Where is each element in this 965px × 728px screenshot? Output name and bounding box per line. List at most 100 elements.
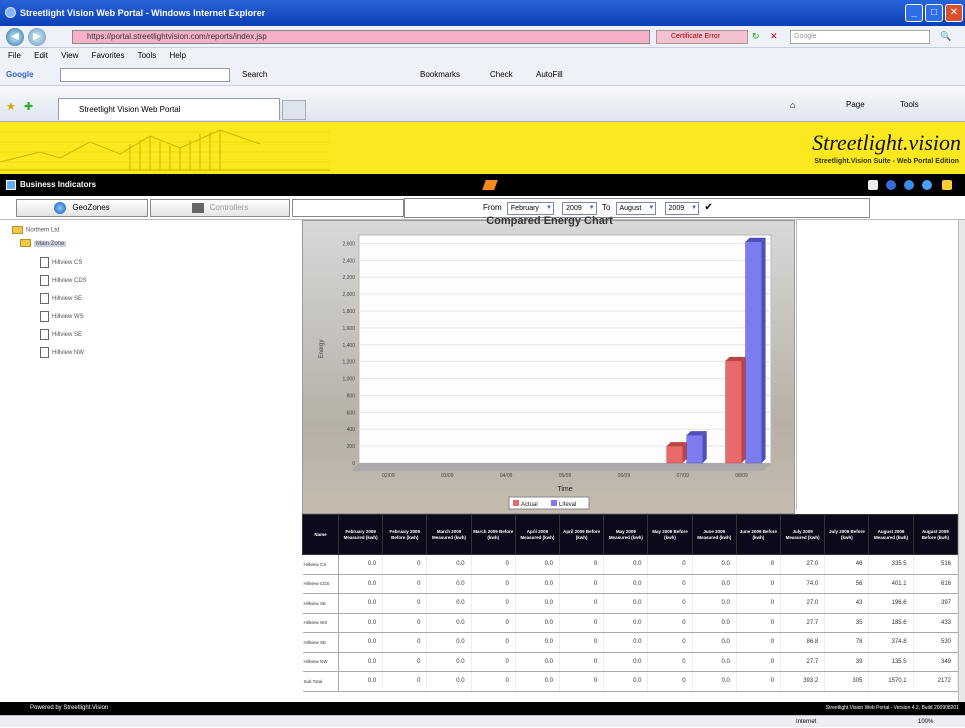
certificate-error-badge[interactable]: Certificate Error bbox=[656, 30, 748, 44]
column-header[interactable]: June 2009 Before (kwh) bbox=[735, 514, 782, 555]
address-bar[interactable]: https://portal.streetlightvision.com/rep… bbox=[72, 30, 650, 44]
value-cell: 401.1 bbox=[868, 574, 914, 594]
close-button[interactable]: ✕ bbox=[945, 4, 963, 22]
new-tab-button[interactable] bbox=[282, 100, 306, 120]
x-tick-label: 07/09 bbox=[676, 473, 689, 479]
back-button[interactable]: ◀ bbox=[6, 28, 24, 46]
maximize-button[interactable]: □ bbox=[925, 4, 943, 22]
value-cell: 0.0 bbox=[426, 574, 472, 594]
minimize-button[interactable]: _ bbox=[905, 4, 923, 22]
column-header[interactable]: April 2009 Measured (kwh) bbox=[514, 514, 561, 555]
column-header[interactable]: April 2009 Before (kwh) bbox=[559, 514, 605, 555]
address-toolbar: ◀ ▶ https://portal.streetlightvision.com… bbox=[0, 26, 965, 48]
value-cell: 0.0 bbox=[515, 613, 561, 633]
forward-button[interactable]: ▶ bbox=[28, 28, 46, 46]
tree-item[interactable]: Hillview SE bbox=[40, 329, 82, 340]
menu-help[interactable]: Help bbox=[170, 51, 186, 60]
menu-edit[interactable]: Edit bbox=[34, 51, 48, 60]
column-header[interactable]: August 2009 Measured (kwh) bbox=[868, 514, 914, 555]
tree-group[interactable]: Main Zone bbox=[20, 239, 67, 247]
column-header[interactable]: February 2009 Before (kwh) bbox=[382, 514, 428, 555]
column-header[interactable]: March 2009 Measured (kwh) bbox=[426, 514, 472, 555]
energy-table: Name February 2009 Measured (kwh) February… bbox=[302, 514, 958, 700]
tree-item[interactable]: Hillview WS bbox=[40, 311, 84, 322]
tree-root[interactable]: Northern Ltd bbox=[12, 226, 59, 234]
column-header[interactable]: February 2009 Measured (kwh) bbox=[337, 514, 384, 555]
settings-icon[interactable] bbox=[886, 180, 896, 190]
table-row[interactable]: Hillview CDS 0.0 0 0.0 0 0.0 0 0.0 0 0.0 0 74.0 56 40… bbox=[302, 574, 958, 594]
menu-tools[interactable]: Tools bbox=[138, 51, 157, 60]
value-cell: 0.0 bbox=[338, 652, 384, 672]
column-header[interactable]: March 2009 Before (kwh) bbox=[470, 514, 516, 555]
column-header[interactable]: May 2009 Measured (kwh) bbox=[603, 514, 649, 555]
bar-actual bbox=[666, 445, 683, 464]
tab-controllers[interactable]: Controllers bbox=[150, 199, 290, 217]
apply-check-icon[interactable]: ✔ bbox=[704, 202, 712, 213]
home-icon[interactable]: ⌂ bbox=[790, 100, 795, 110]
search-input[interactable]: Google bbox=[790, 30, 930, 44]
document-icon[interactable] bbox=[868, 180, 878, 190]
refresh-icon[interactable]: ↻ bbox=[752, 31, 760, 42]
zoom-level[interactable]: 100% bbox=[918, 716, 933, 728]
favorites-star-icon[interactable]: ★ bbox=[6, 100, 16, 113]
google-search-button[interactable]: Search bbox=[242, 64, 267, 86]
legend-swatch bbox=[513, 500, 519, 506]
menu-view[interactable]: View bbox=[61, 51, 78, 60]
vertical-scrollbar[interactable] bbox=[958, 220, 965, 702]
table-row[interactable]: Hillview CS 0.0 0 0.0 0 0.0 0 0.0 0 0.0 0 27.0 46 335… bbox=[302, 554, 958, 575]
menu-favorites[interactable]: Favorites bbox=[92, 51, 125, 60]
page-menu[interactable]: Page bbox=[846, 100, 865, 109]
value-cell: 0 bbox=[471, 671, 516, 692]
column-header[interactable]: Name bbox=[302, 514, 339, 555]
value-cell: 0 bbox=[382, 593, 428, 614]
tree-root-label: Northern Ltd bbox=[26, 227, 60, 234]
geozone-tree: Northern Ltd Main Zone Hillview CS Hillv… bbox=[12, 220, 302, 700]
column-header[interactable]: June 2009 Measured (kwh) bbox=[691, 514, 737, 555]
y-tick-label: 1,600 bbox=[342, 326, 355, 332]
row-name-cell: Hillview NW bbox=[302, 652, 339, 672]
to-year-select[interactable]: 2009 bbox=[664, 202, 700, 215]
table-row[interactable]: Hillview WS 0.0 0 0.0 0 0.0 0 0.0 0 0.0 0 27.7 35 185… bbox=[302, 613, 958, 633]
column-header[interactable]: May 2009 Before (kwh) bbox=[647, 514, 693, 555]
table-row[interactable]: Hillview SE 0.0 0 0.0 0 0.0 0 0.0 0 0.0 0 27.0 43 196… bbox=[302, 593, 958, 614]
tab-streetlight[interactable]: Streetlight Vision Web Portal bbox=[58, 98, 280, 120]
logout-icon[interactable] bbox=[942, 180, 952, 190]
table-row[interactable]: Hillview NW 0.0 0 0.0 0 0.0 0 0.0 0 0.0 0 27.7 39 135… bbox=[302, 652, 958, 672]
tab-geozones[interactable]: GeoZones bbox=[16, 199, 148, 217]
info-icon[interactable] bbox=[904, 180, 914, 190]
check-button[interactable]: Check bbox=[490, 64, 513, 86]
google-search-input[interactable] bbox=[60, 68, 230, 82]
value-cell: 0.0 bbox=[426, 593, 472, 614]
tree-item[interactable]: Hillview NW bbox=[40, 347, 84, 358]
help-icon[interactable] bbox=[922, 180, 932, 190]
value-cell: 0.0 bbox=[338, 632, 384, 653]
value-cell: 0 bbox=[736, 593, 782, 614]
menu-file[interactable]: File bbox=[8, 51, 21, 60]
bar-lifeval bbox=[686, 434, 703, 464]
x-tick-label: 02/09 bbox=[382, 473, 395, 479]
from-year-select[interactable]: 2009 bbox=[562, 202, 597, 215]
export-icon[interactable] bbox=[482, 180, 498, 190]
add-favorites-icon[interactable]: ✚ bbox=[24, 100, 33, 113]
value-cell: 0.0 bbox=[426, 554, 472, 575]
tree-item[interactable]: Hillview SE bbox=[40, 293, 82, 304]
tools-menu[interactable]: Tools bbox=[900, 100, 919, 109]
column-header[interactable]: July 2009 Before (kwh) bbox=[824, 514, 870, 555]
autofill-button[interactable]: AutoFill bbox=[536, 64, 563, 86]
from-month-select[interactable]: February bbox=[506, 202, 554, 215]
table-row[interactable]: Hillview SE 0.0 0 0.0 0 0.0 0 0.0 0 0.0 0 86.8 78 374… bbox=[302, 632, 958, 653]
value-cell: 86.8 bbox=[780, 632, 826, 653]
value-cell: 1570.1 bbox=[868, 671, 914, 692]
search-icon[interactable]: 🔍 bbox=[940, 31, 951, 42]
column-header[interactable]: August 2009 Before (kwh) bbox=[912, 514, 958, 555]
tree-item-label: Hillview SE bbox=[52, 296, 83, 303]
to-month-select[interactable]: August bbox=[615, 202, 657, 215]
value-cell: 0.0 bbox=[338, 574, 384, 594]
value-cell: 0 bbox=[471, 632, 516, 653]
column-header[interactable]: July 2009 Measured (kwh) bbox=[780, 514, 826, 555]
stop-icon[interactable]: ✕ bbox=[770, 31, 778, 42]
bookmarks-button[interactable]: Bookmarks bbox=[420, 64, 460, 86]
tree-item[interactable]: Hillview CS bbox=[40, 257, 82, 268]
tree-item[interactable]: Hillview CDS bbox=[40, 275, 87, 286]
table-row[interactable]: Sub Total 0.0 0 0.0 0 0.0 0 0.0 0 0.0 0 393.2 305 157… bbox=[302, 671, 958, 692]
